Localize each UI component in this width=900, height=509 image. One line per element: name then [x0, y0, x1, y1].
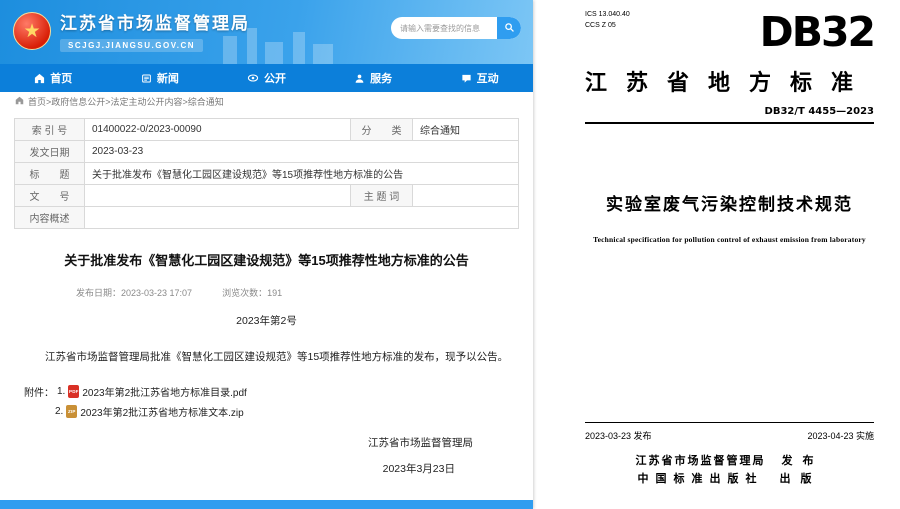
- nav-label: 首页: [50, 70, 72, 86]
- site-name: 江苏省市场监督管理局: [60, 9, 250, 34]
- nav-item-news[interactable]: 新闻: [107, 64, 214, 92]
- site-title-block: 江苏省市场监督管理局 SCJGJ.JIANGSU.GOV.CN: [60, 9, 250, 53]
- publisher-action: 发布: [782, 452, 824, 468]
- pdf-icon: PDF: [68, 385, 79, 398]
- home-icon: [34, 73, 45, 84]
- attachment-label: 附件：: [24, 384, 54, 399]
- index-number-value: 01400022-0/2023-00090: [85, 119, 351, 141]
- category-label: 分 类: [351, 119, 413, 141]
- zip-icon: ZIP: [66, 405, 77, 418]
- nav-item-disclosure[interactable]: 公开: [213, 64, 320, 92]
- breadcrumb-text: 首页>政府信息公开>法定主动公开内容>综合通知: [28, 95, 224, 108]
- standard-cover: ICS 13.040.40 CCS Z 05 DB32 江苏省地方标准 DB32…: [545, 0, 900, 509]
- issue-date: 2023-03-23 发布: [585, 429, 652, 442]
- attachment-row[interactable]: 附件： 1. PDF 2023年第2批江苏省地方标准目录.pdf: [24, 384, 509, 399]
- nav-label: 新闻: [157, 70, 179, 86]
- signer-name: 江苏省市场监督管理局: [24, 435, 509, 450]
- press-name: 中国标准出版社: [638, 470, 764, 486]
- person-icon: [354, 73, 365, 84]
- article-meta: 发布日期：2023-03-23 17:07 浏览次数：191: [24, 286, 509, 299]
- national-emblem-logo: ★: [13, 12, 51, 50]
- keywords-value: [413, 185, 519, 207]
- standard-title-english: Technical specification for pollution co…: [585, 235, 874, 244]
- search-box[interactable]: [391, 17, 521, 39]
- site-header: ★ 江苏省市场监督管理局 SCJGJ.JIANGSU.GOV.CN: [0, 0, 533, 64]
- index-number-label: 索 引 号: [15, 119, 85, 141]
- screen: ★ 江苏省市场监督管理局 SCJGJ.JIANGSU.GOV.CN 首页: [0, 0, 900, 509]
- article-title: 关于批准发布《智慧化工园区建设规范》等15项推荐性地方标准的公告: [24, 251, 509, 271]
- news-icon: [141, 73, 152, 84]
- table-row: 内容概述: [15, 207, 519, 229]
- table-row: 发文日期 2023-03-23: [15, 141, 519, 163]
- publisher-row: 中国标准出版社 出版: [585, 470, 874, 486]
- signature-date: 2023年3月23日: [24, 461, 509, 476]
- eye-icon: [247, 72, 259, 84]
- table-row: 标 题 关于批准发布《智慧化工园区建设规范》等15项推荐性地方标准的公告: [15, 163, 519, 185]
- summary-value: [85, 207, 519, 229]
- attachment-index: 1.: [57, 386, 65, 397]
- nav-label: 服务: [370, 70, 392, 86]
- attachment-link[interactable]: 2023年第2批江苏省地方标准目录.pdf: [82, 384, 247, 399]
- attachments-block: 附件： 1. PDF 2023年第2批江苏省地方标准目录.pdf 2. ZIP …: [24, 384, 509, 419]
- nav-label: 公开: [264, 70, 286, 86]
- db32-logo: DB32: [760, 12, 874, 53]
- search-icon: [504, 21, 515, 36]
- search-input[interactable]: [400, 24, 497, 33]
- nav-label: 互动: [477, 70, 499, 86]
- attachment-link[interactable]: 2023年第2批江苏省地方标准文本.zip: [80, 404, 243, 419]
- implementation-date: 2023-04-23 实施: [807, 429, 874, 442]
- announcement-number: 2023年第2号: [24, 313, 509, 328]
- search-button[interactable]: [497, 17, 521, 39]
- gov-website-panel: ★ 江苏省市场监督管理局 SCJGJ.JIANGSU.GOV.CN 首页: [0, 0, 533, 509]
- category-value: 综合通知: [413, 119, 519, 141]
- view-count: 浏览次数：191: [222, 286, 282, 299]
- attachment-row[interactable]: 2. ZIP 2023年第2批江苏省地方标准文本.zip: [24, 404, 509, 419]
- footer-bar: [0, 500, 533, 509]
- nav-item-interaction[interactable]: 互动: [426, 64, 533, 92]
- table-row: 文 号 主 题 词: [15, 185, 519, 207]
- breadcrumb-home-icon: [15, 96, 24, 107]
- standard-cover-panel: ICS 13.040.40 CCS Z 05 DB32 江苏省地方标准 DB32…: [545, 0, 900, 509]
- title-value: 关于批准发布《智慧化工园区建设规范》等15项推荐性地方标准的公告: [85, 163, 519, 185]
- nav-item-services[interactable]: 服务: [320, 64, 427, 92]
- table-row: 索 引 号 01400022-0/2023-00090 分 类 综合通知: [15, 119, 519, 141]
- standard-type-name: 江苏省地方标准: [585, 65, 874, 97]
- standard-number: DB32/T 4455—2023: [585, 106, 874, 117]
- site-url: SCJGJ.JIANGSU.GOV.CN: [60, 39, 203, 52]
- doc-number-value: [85, 185, 351, 207]
- summary-label: 内容概述: [15, 207, 85, 229]
- standard-title: 实验室废气污染控制技术规范: [585, 190, 874, 215]
- nav-item-home[interactable]: 首页: [0, 64, 107, 92]
- article: 关于批准发布《智慧化工园区建设规范》等15项推荐性地方标准的公告 发布日期：20…: [0, 251, 533, 476]
- press-action: 出版: [780, 470, 822, 486]
- publisher-name: 江苏省市场监督管理局: [636, 452, 766, 468]
- publish-date: 发布日期：2023-03-23 17:07: [76, 286, 192, 299]
- keywords-label: 主 题 词: [351, 185, 413, 207]
- main-nav: 首页 新闻 公开 服务 互动: [0, 64, 533, 92]
- document-meta-table: 索 引 号 01400022-0/2023-00090 分 类 综合通知 发文日…: [14, 118, 519, 229]
- title-label: 标 题: [15, 163, 85, 185]
- chat-bubble-icon: [461, 73, 472, 84]
- breadcrumb[interactable]: 首页>政府信息公开>法定主动公开内容>综合通知: [0, 92, 533, 111]
- article-body: 江苏省市场监督管理局批准《智慧化工园区建设规范》等15项推荐性地方标准的发布，现…: [24, 348, 509, 366]
- date-rule: [585, 422, 874, 423]
- date-row: 2023-03-23 发布 2023-04-23 实施: [585, 429, 874, 442]
- doc-number-label: 文 号: [15, 185, 85, 207]
- header-rule: [585, 122, 874, 124]
- attachment-index: 2.: [55, 406, 63, 417]
- issue-date-value: 2023-03-23: [85, 141, 519, 163]
- issue-date-label: 发文日期: [15, 141, 85, 163]
- publisher-row: 江苏省市场监督管理局 发布: [585, 452, 874, 468]
